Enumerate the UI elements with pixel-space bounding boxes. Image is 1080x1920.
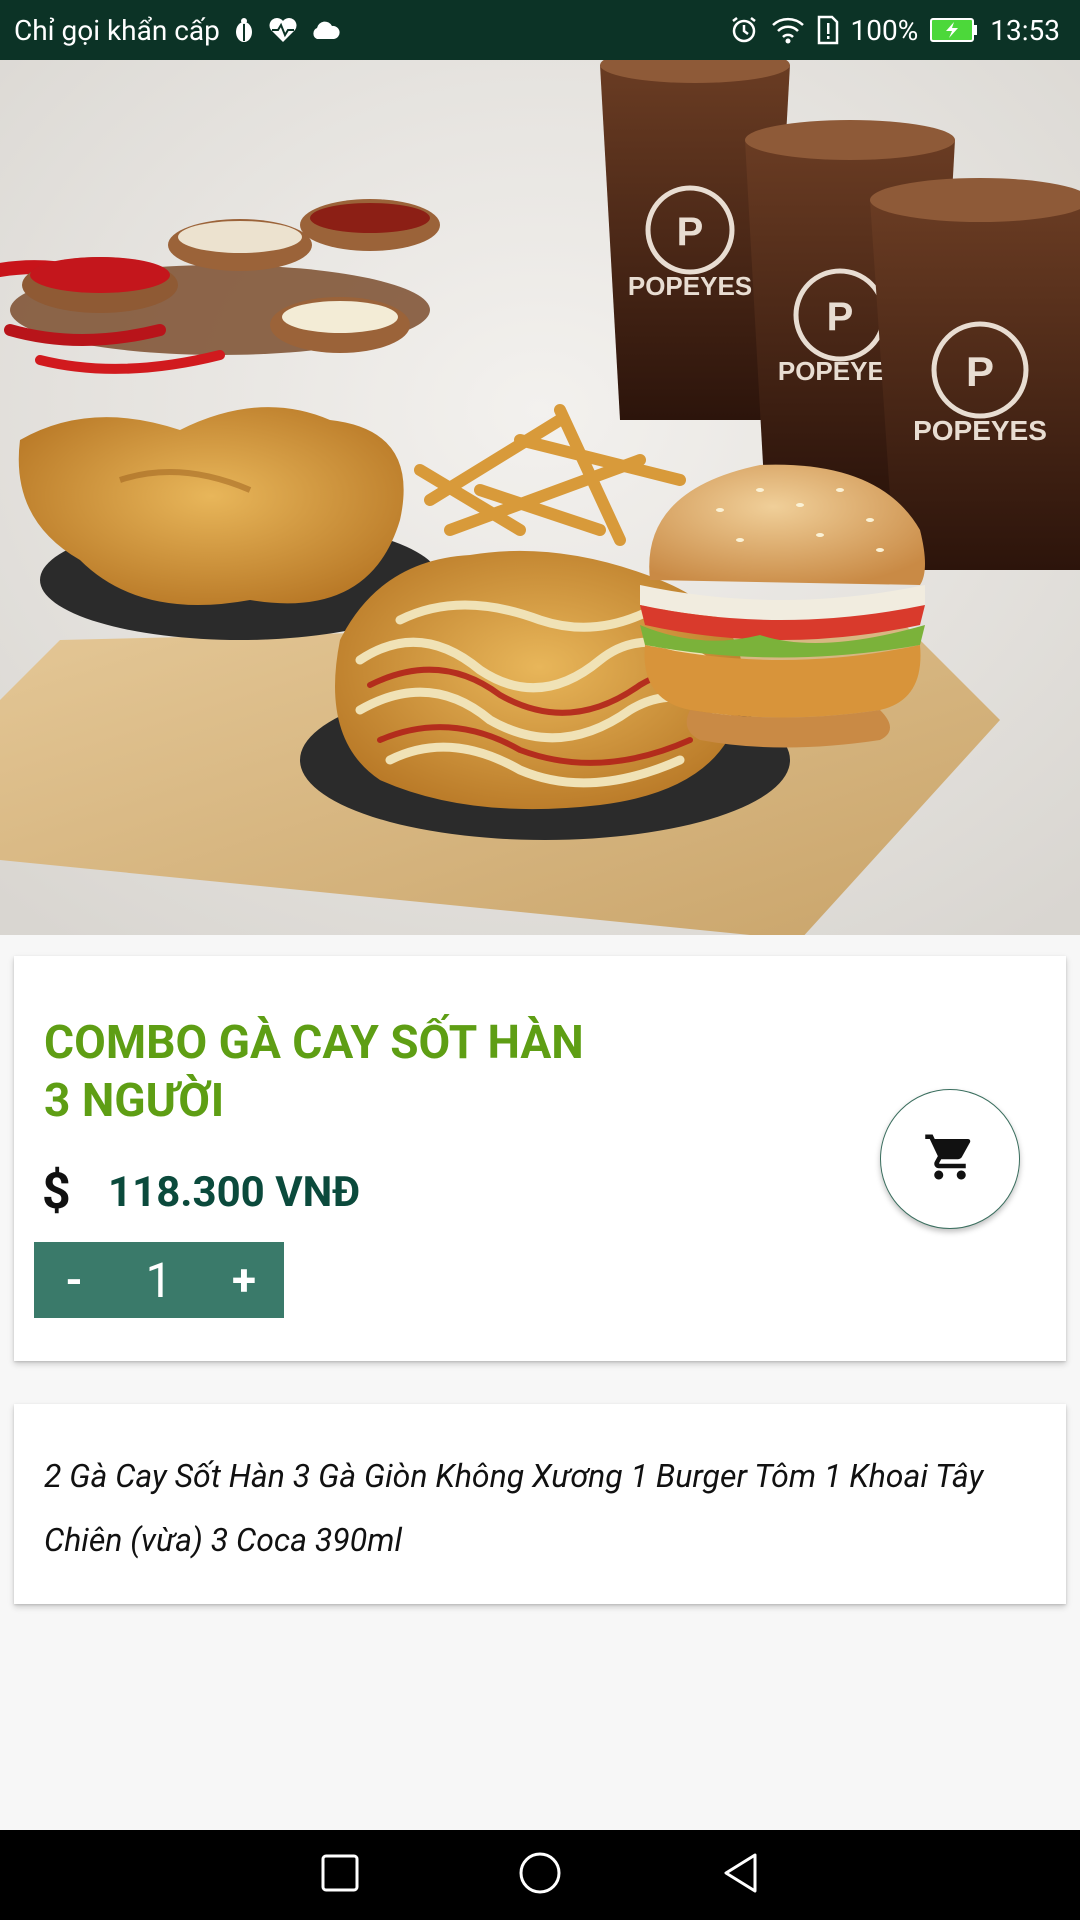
svg-text:P: P	[677, 210, 704, 254]
alarm-icon	[729, 15, 759, 45]
svg-text:POPEYES: POPEYES	[628, 271, 752, 301]
description-card: 2 Gà Cay Sốt Hàn 3 Gà Giòn Không Xương 1…	[14, 1404, 1066, 1604]
clock: 13:53	[990, 13, 1060, 47]
back-button[interactable]	[710, 1845, 770, 1905]
battery-percent: 100%	[850, 13, 919, 47]
product-image: P POPEYES P POPEYES P POPEYES	[0, 60, 1080, 935]
square-icon	[320, 1853, 360, 1897]
product-card: COMBO GÀ CAY SỐT HÀN 3 NGƯỜI $ 118.300 V…	[14, 956, 1066, 1361]
quantity-value: 1	[145, 1251, 173, 1309]
status-left: Chỉ gọi khẩn cấp	[14, 14, 340, 47]
decrement-button[interactable]: -	[34, 1242, 114, 1318]
quantity-stepper: - 1 +	[34, 1242, 284, 1318]
add-to-cart-button[interactable]	[880, 1089, 1020, 1229]
status-right: 100% 13:53	[729, 14, 1060, 47]
battery-charging-icon	[930, 17, 978, 43]
navigation-bar	[0, 1830, 1080, 1920]
bug-icon	[232, 17, 256, 43]
svg-text:P: P	[966, 348, 994, 395]
product-price: 118.300 VNĐ	[108, 1167, 361, 1217]
svg-text:POPEYES: POPEYES	[913, 415, 1047, 446]
price-row: $ 118.300 VNĐ	[42, 1162, 360, 1222]
sim-alert-icon	[817, 15, 839, 45]
status-bar: Chỉ gọi khẩn cấp 100% 13:53	[0, 0, 1080, 60]
svg-text:P: P	[827, 295, 854, 339]
cloud-icon	[310, 20, 340, 40]
increment-button[interactable]: +	[204, 1242, 284, 1318]
home-button[interactable]	[510, 1845, 570, 1905]
wifi-icon	[771, 16, 805, 44]
product-title: COMBO GÀ CAY SỐT HÀN 3 NGƯỜI	[44, 1016, 584, 1128]
carrier-text: Chỉ gọi khẩn cấp	[14, 13, 220, 47]
dollar-icon: $	[42, 1163, 71, 1221]
shopping-cart-icon	[923, 1130, 977, 1188]
heart-pulse-icon	[268, 17, 298, 43]
recent-apps-button[interactable]	[310, 1845, 370, 1905]
circle-icon	[518, 1851, 562, 1899]
triangle-back-icon	[720, 1851, 760, 1899]
product-description: 2 Gà Cay Sốt Hàn 3 Gà Giòn Không Xương 1…	[44, 1457, 984, 1559]
